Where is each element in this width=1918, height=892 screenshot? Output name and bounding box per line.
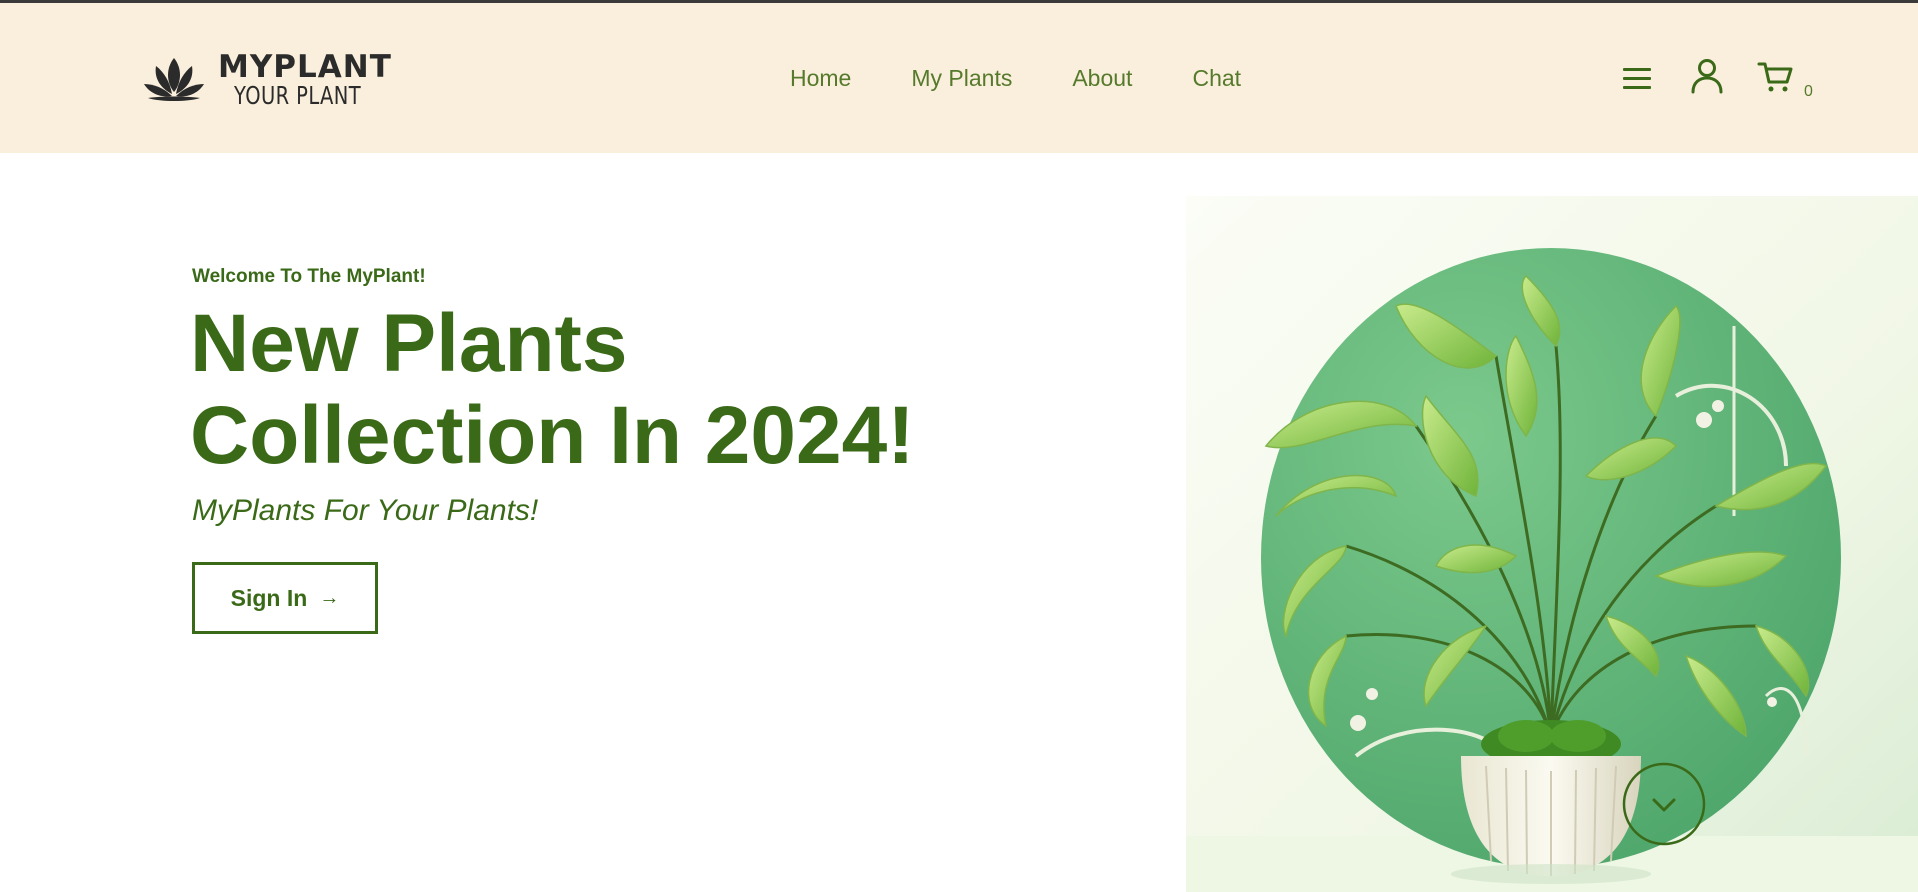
logo-title: MYPLANT bbox=[218, 49, 392, 85]
chevron-down-icon bbox=[1652, 798, 1676, 812]
hero-plant-image bbox=[1186, 196, 1918, 892]
site-header: MYPLANT YOUR PLANT Home My Plants About … bbox=[0, 3, 1918, 153]
cart-icon[interactable] bbox=[1757, 60, 1793, 94]
hero-title-line-2: Collection In 2024! bbox=[190, 390, 915, 481]
lotus-icon bbox=[144, 58, 204, 101]
logo-subtitle: YOUR PLANT bbox=[234, 81, 362, 110]
nav-chat[interactable]: Chat bbox=[1192, 65, 1241, 92]
sign-in-label: Sign In bbox=[230, 584, 308, 611]
menu-icon[interactable] bbox=[1621, 65, 1653, 93]
logo[interactable]: MYPLANT YOUR PLANT bbox=[142, 49, 397, 111]
arrow-right-icon: → bbox=[319, 586, 340, 609]
sign-in-button[interactable]: Sign In → bbox=[192, 562, 378, 634]
hero-title: New Plants Collection In 2024! bbox=[190, 298, 915, 482]
hero-subtitle: MyPlants For Your Plants! bbox=[192, 494, 539, 527]
nav-home[interactable]: Home bbox=[790, 65, 851, 92]
nav-my-plants[interactable]: My Plants bbox=[911, 65, 1012, 92]
nav-about[interactable]: About bbox=[1072, 65, 1132, 92]
user-icon[interactable] bbox=[1690, 58, 1724, 94]
hero-title-line-1: New Plants bbox=[190, 298, 628, 389]
main-nav: Home My Plants About Chat bbox=[790, 65, 1301, 92]
scroll-down-button[interactable] bbox=[1622, 762, 1706, 846]
cart-count-badge: 0 bbox=[1804, 83, 1813, 100]
hero-eyebrow: Welcome To The MyPlant! bbox=[192, 266, 426, 287]
